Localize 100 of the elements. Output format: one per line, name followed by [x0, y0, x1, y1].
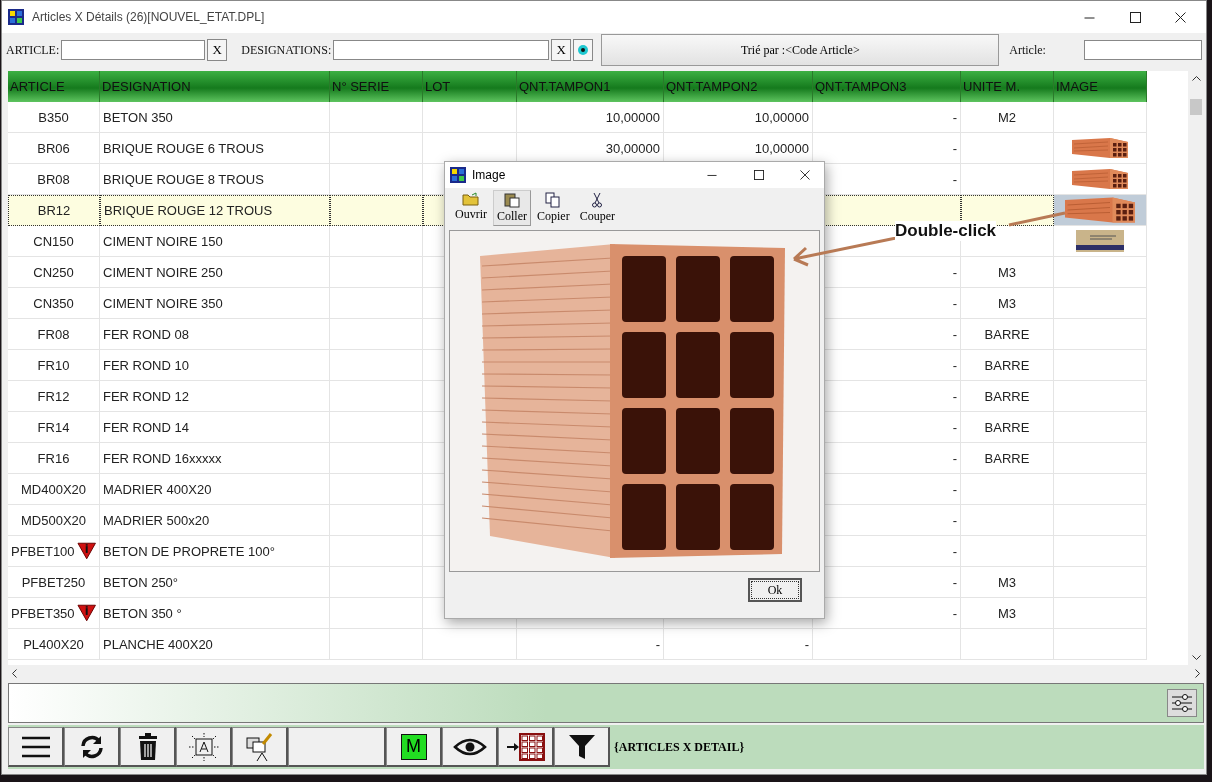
refresh-button[interactable]	[64, 727, 120, 767]
filter-button[interactable]	[554, 727, 610, 767]
table-cell: -	[517, 629, 664, 660]
maximize-button[interactable]	[1130, 11, 1141, 23]
toolbar-button[interactable]: Coller	[493, 190, 531, 226]
table-cell[interactable]: FR10	[8, 350, 100, 381]
blank-button[interactable]	[288, 727, 386, 767]
scroll-right-icon[interactable]	[1195, 668, 1200, 678]
toolbar-button[interactable]: Couper	[575, 190, 619, 226]
table-cell[interactable]	[1054, 257, 1147, 288]
table-cell[interactable]: PL400X20	[8, 629, 100, 660]
app-logo-icon	[8, 9, 24, 25]
table-cell: M2	[961, 102, 1054, 133]
cement-bag-icon	[1074, 228, 1126, 254]
clipboard-icon	[504, 192, 520, 208]
table-cell: PLANCHE 400X20	[100, 629, 330, 660]
article-code: PL400X20	[23, 636, 84, 652]
close-button[interactable]	[1175, 11, 1186, 23]
table-cell: M3	[961, 598, 1054, 629]
table-cell[interactable]	[1054, 381, 1147, 412]
eye-button[interactable]	[442, 727, 498, 767]
designations-field[interactable]	[333, 40, 550, 60]
table-cell[interactable]	[1054, 319, 1147, 350]
table-cell[interactable]	[1054, 412, 1147, 443]
table-cell[interactable]: MD500X20	[8, 505, 100, 536]
column-header[interactable]: QNT.TAMPON3	[813, 71, 961, 102]
scroll-down-icon[interactable]	[1191, 655, 1201, 660]
table-cell[interactable]: B350	[8, 102, 100, 133]
column-header[interactable]: ARTICLE	[8, 71, 100, 102]
table-cell[interactable]: CN250	[8, 257, 100, 288]
column-header[interactable]: QNT.TAMPON2	[664, 71, 813, 102]
table-cell[interactable]: BR06	[8, 133, 100, 164]
menu-button[interactable]	[8, 727, 64, 767]
table-cell[interactable]: CN150	[8, 226, 100, 257]
article-code: PFBET100	[11, 543, 75, 559]
table-cell[interactable]	[1054, 474, 1147, 505]
table-cell[interactable]: BR12	[8, 195, 100, 226]
scrollbar-thumb[interactable]	[1190, 99, 1202, 115]
article-search-field[interactable]	[1083, 40, 1202, 60]
text-frame-icon	[187, 731, 220, 762]
insert-grid-button[interactable]	[498, 727, 554, 767]
settings-button[interactable]	[1167, 689, 1197, 717]
article-code: FR16	[37, 450, 70, 466]
menu-icon	[20, 735, 51, 758]
table-cell[interactable]	[1054, 226, 1147, 257]
table-cell[interactable]: FR12	[8, 381, 100, 412]
table-cell[interactable]	[1054, 133, 1147, 164]
table-cell: MADRIER 500x20	[100, 505, 330, 536]
text-frame-button[interactable]	[176, 727, 232, 767]
insert-grid-icon	[505, 731, 546, 762]
table-cell[interactable]: MD400X20	[8, 474, 100, 505]
table-cell[interactable]	[1054, 567, 1147, 598]
scroll-up-icon[interactable]	[1191, 76, 1201, 81]
table-cell[interactable]	[1054, 164, 1147, 195]
table-cell[interactable]	[1054, 102, 1147, 133]
clear-button[interactable]: X	[551, 39, 572, 61]
scroll-left-icon[interactable]	[12, 668, 17, 678]
article-code: BR12	[37, 203, 71, 218]
table-cell[interactable]: FR14	[8, 412, 100, 443]
letter-button[interactable]: M	[386, 727, 442, 767]
table-cell: M3	[961, 257, 1054, 288]
table-cell[interactable]	[1054, 629, 1147, 660]
column-header[interactable]: N° SERIE	[330, 71, 423, 102]
table-cell: M3	[961, 567, 1054, 598]
sort-button[interactable]: Trié par :<Code Article>	[601, 34, 1000, 66]
column-header[interactable]: UNITE M.	[961, 71, 1054, 102]
ok-button[interactable]: Ok	[748, 578, 802, 602]
table-cell[interactable]	[1054, 288, 1147, 319]
leader-line	[1008, 209, 1066, 227]
toolbar-button[interactable]: Ouvrir	[451, 190, 491, 226]
eye-button[interactable]	[573, 39, 594, 61]
table-cell: BARRE	[961, 381, 1054, 412]
table-cell[interactable]	[1054, 443, 1147, 474]
table-cell[interactable]: PFBET350	[8, 598, 100, 629]
article-field[interactable]	[61, 40, 206, 60]
table-cell[interactable]	[1054, 505, 1147, 536]
maximize-button[interactable]	[754, 170, 764, 180]
table-cell[interactable]: PFBET100	[8, 536, 100, 567]
table-cell[interactable]: PFBET250	[8, 567, 100, 598]
clear-button[interactable]: X	[207, 39, 228, 61]
article-code: PFBET250	[21, 574, 86, 590]
trash-button[interactable]	[120, 727, 176, 767]
column-header[interactable]: QNT.TAMPON1	[517, 71, 664, 102]
article-code: FR12	[37, 388, 70, 404]
close-button[interactable]	[800, 170, 810, 180]
toolbar-button[interactable]: Copier	[533, 190, 574, 226]
dialog-title: Image	[472, 168, 506, 182]
table-cell[interactable]: FR08	[8, 319, 100, 350]
table-cell[interactable]: CN350	[8, 288, 100, 319]
table-cell: BETON DE PROPRETE 100°	[100, 536, 330, 567]
table-cell[interactable]: FR16	[8, 443, 100, 474]
table-cell[interactable]	[1054, 350, 1147, 381]
column-header[interactable]: LOT	[423, 71, 517, 102]
column-header[interactable]: DESIGNATION	[100, 71, 330, 102]
table-cell[interactable]	[1054, 536, 1147, 567]
table-cell[interactable]	[1054, 598, 1147, 629]
article-code: FR10	[37, 357, 70, 373]
edit-image-button[interactable]	[232, 727, 288, 767]
table-cell: BARRE	[961, 412, 1054, 443]
column-header[interactable]: IMAGE	[1054, 71, 1147, 102]
